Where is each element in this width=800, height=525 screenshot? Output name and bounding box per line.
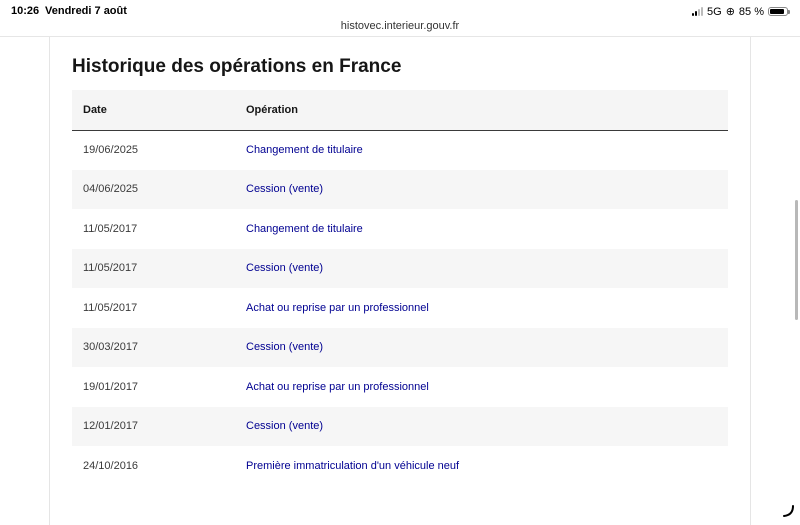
operation-cell: Cession (vente): [246, 170, 728, 210]
operation-link[interactable]: Cession (vente): [246, 341, 323, 353]
battery-percent: 85 %: [738, 5, 764, 18]
table-row: 19/01/2017 Achat ou reprise par un profes…: [72, 367, 728, 407]
cellular-signal-icon: [692, 7, 704, 16]
operation-cell: Changement de titulaire: [246, 130, 728, 170]
operation-date: 11/05/2017: [83, 301, 138, 314]
resize-corner-icon: [783, 505, 794, 517]
operation-date: 30/03/2017: [83, 341, 139, 354]
operation-date: 19/06/2025: [83, 144, 139, 156]
operation-date: 11/05/2017: [83, 222, 138, 235]
operation-cell: Achat ou reprise par un professionnel: [246, 288, 728, 328]
toolbar-divider: [0, 36, 800, 37]
content-frame-left-border: [49, 37, 50, 525]
status-indicators: 5G ⊕ 85 %: [692, 5, 790, 18]
page-title: Historique des opérations en France: [72, 56, 402, 77]
operation-cell: Première immatriculation d'un véhicule n…: [246, 446, 728, 486]
operations-table: Date Opération 19/06/2025 Changement de t…: [72, 90, 728, 486]
table-row: 24/10/2016 Première immatriculation d'un …: [72, 446, 728, 486]
table-row: 19/06/2025 Changement de titulaire: [72, 130, 728, 170]
operation-date: 19/01/2017: [83, 380, 139, 393]
status-bar: 10:26 Vendredi 7 août 5G ⊕ 85 %: [0, 0, 800, 22]
operation-date: 11/05/2017: [83, 262, 138, 275]
status-time: 10:26: [11, 5, 40, 17]
status-date: Vendredi 7 août: [45, 5, 127, 17]
table-row: 11/05/2017 Changement de titulaire: [72, 209, 728, 249]
operation-cell: Achat ou reprise par un professionnel: [246, 367, 728, 407]
operation-date: 12/01/2017: [83, 420, 139, 433]
operation-link[interactable]: Changement de titulaire: [246, 223, 363, 235]
operation-date: 04/06/2025: [83, 183, 139, 196]
operation-link[interactable]: Première immatriculation d'un véhicule n…: [246, 460, 459, 472]
operation-link[interactable]: Changement de titulaire: [246, 144, 363, 156]
table-row: 12/01/2017 Cession (vente): [72, 406, 728, 447]
operation-link[interactable]: Achat ou reprise par un professionnel: [246, 381, 429, 393]
table-row: 30/03/2017 Cession (vente): [72, 327, 728, 368]
operation-cell: Changement de titulaire: [246, 209, 728, 249]
scrollbar[interactable]: [795, 200, 798, 320]
table-row: 04/06/2025 Cession (vente): [72, 169, 728, 210]
content-frame-right-border: [750, 37, 751, 525]
network-label: 5G: [707, 5, 722, 18]
operation-cell: Cession (vente): [246, 407, 728, 447]
operation-cell: Cession (vente): [246, 328, 728, 368]
operation-link[interactable]: Cession (vente): [246, 420, 323, 432]
column-header-operation: Opération: [246, 90, 728, 131]
operation-date: 24/10/2016: [83, 459, 139, 472]
column-header-date: Date: [72, 90, 246, 131]
table-row: 11/05/2017 Achat ou reprise par un profes…: [72, 288, 728, 328]
table-body: 19/06/2025 Changement de titulaire 04/06/2…: [72, 130, 728, 486]
operation-link[interactable]: Achat ou reprise par un professionnel: [246, 302, 429, 314]
table-header-row: Date Opération: [72, 90, 728, 131]
operation-link[interactable]: Cession (vente): [246, 262, 323, 274]
battery-icon: [768, 7, 790, 16]
orientation-lock-icon: ⊕: [725, 6, 735, 18]
operation-cell: Cession (vente): [246, 249, 728, 289]
operation-link[interactable]: Cession (vente): [246, 183, 323, 195]
address-bar[interactable]: histovec.interieur.gouv.fr: [0, 20, 800, 32]
table-row: 11/05/2017 Cession (vente): [72, 248, 728, 289]
